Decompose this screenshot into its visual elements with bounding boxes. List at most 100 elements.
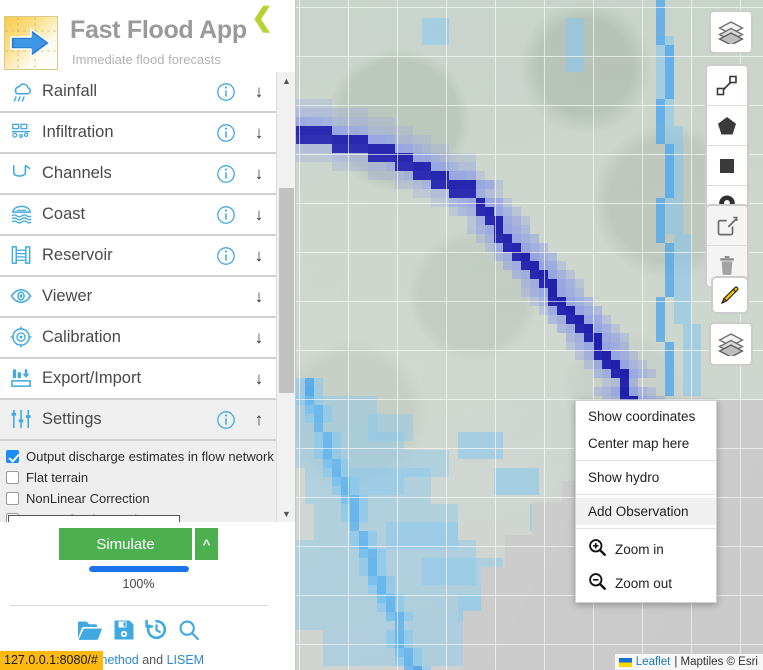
sidebar-item-calibration[interactable]: Calibration ↓ [0,318,277,359]
arrow-down-icon[interactable]: ↓ [241,369,277,389]
simulate-options-button[interactable]: ^ [195,528,218,560]
layers-control-bottom[interactable] [709,322,753,366]
save-icon[interactable] [113,619,135,646]
map-attribution: Leaflet | Maptiles © Esri [614,654,763,670]
map-canvas[interactable]: Show coordinates Center map here Show hydr… [296,0,763,670]
checkbox[interactable] [6,492,19,505]
context-menu-label: Zoom in [615,541,664,557]
sidebar-menu-scroll: Rainfall ↓ Infiltration ↓ Channels ↓ Coast ↓ Res… [0,72,295,522]
context-menu-item-zoom-out[interactable]: Zoom out [576,566,716,600]
settings-checkbox-row[interactable]: Output discharge estimates in flow netwo… [6,446,277,467]
context-menu-item-show-coordinates[interactable]: Show coordinates [576,403,716,430]
sidebar-item-infiltration[interactable]: Infiltration ↓ [0,113,277,154]
polygon-icon[interactable] [707,106,747,146]
context-menu-item-zoom-in[interactable]: Zoom in [576,532,716,566]
checkbox[interactable] [6,471,19,484]
menu-separator [576,460,716,461]
arrow-down-icon[interactable]: ↓ [241,123,277,143]
simulate-button[interactable]: Simulate [59,528,192,560]
app-logo [4,16,58,70]
layers-control-top[interactable] [709,10,753,54]
layers-icon[interactable] [711,324,751,364]
progress-bar-fill [88,566,189,572]
leaflet-link[interactable]: Leaflet [636,656,671,668]
progress-label: 100% [122,577,155,591]
arrow-down-icon[interactable]: ↓ [241,164,277,184]
context-menu-label: Show coordinates [588,409,696,424]
arrow-down-icon[interactable]: ↓ [241,205,277,225]
sidebar-item-label: Calibration [42,328,121,346]
app-subtitle: Immediate flood forecasts [72,52,221,67]
sidebar-item-settings[interactable]: Settings ↑ [0,400,277,441]
sliders-icon [0,408,42,431]
eye-icon [0,285,42,308]
page-title: Fast Flood App [70,16,247,44]
context-menu-item-show-hydro[interactable]: Show hydro [576,464,716,491]
sidebar-item-reservoir[interactable]: Reservoir ↓ [0,236,277,277]
sidebar-item-label: Coast [42,205,86,223]
footer-link-lisem[interactable]: LISEM [167,653,205,667]
sidebar-header: Fast Flood App Immediate flood forecasts… [0,0,295,72]
search-icon[interactable] [178,619,200,646]
polyline-icon[interactable] [707,66,747,106]
footer-mid: and [138,653,167,667]
simulate-block: Simulate ^ 100% [0,528,277,646]
settings-text-input[interactable] [8,515,180,522]
context-menu-item-add-observation[interactable]: Add Observation [576,498,716,525]
sidebar: Fast Flood App Immediate flood forecasts… [0,0,296,670]
pencil-tool[interactable] [711,276,749,314]
info-icon[interactable] [211,123,241,143]
channel-icon [0,162,42,185]
sidebar-item-coast[interactable]: Coast ↓ [0,195,277,236]
info-icon[interactable] [211,246,241,266]
map-context-menu[interactable]: Show coordinates Center map here Show hydr… [575,400,717,603]
context-menu-item-center-map-here[interactable]: Center map here [576,430,716,457]
checkbox-checked[interactable] [6,450,19,463]
scroll-up-arrow-icon[interactable]: ▲ [277,72,295,89]
ukraine-flag-icon [618,657,632,667]
settings-checkbox-row[interactable]: Flat terrain [6,467,277,488]
infiltration-icon [0,121,42,144]
target-icon [0,326,42,349]
rectangle-icon[interactable] [707,146,747,186]
context-menu-label: Show hydro [588,470,660,485]
checkbox-label: Output discharge estimates in flow netwo… [26,449,274,464]
settings-checkbox-row[interactable]: NonLinear Correction [6,488,277,509]
reservoir-icon [0,244,42,267]
rain-cloud-icon [0,80,42,104]
sidebar-item-label: Reservoir [42,246,113,264]
info-icon[interactable] [211,82,241,102]
scrollbar-thumb[interactable] [279,188,294,393]
arrow-up-icon[interactable]: ↑ [241,410,277,430]
progress-bar [88,566,189,572]
sidebar-item-export-import[interactable]: Export/Import ↓ [0,359,277,400]
attribution-rest: | Maptiles © Esri [674,656,758,668]
sidebar-item-channels[interactable]: Channels ↓ [0,154,277,195]
sidebar-scrollbar[interactable]: ▲ ▼ [276,72,295,522]
sidebar-item-label: Viewer [42,287,93,305]
checkbox-label: Flat terrain [26,470,89,485]
edit-square-icon[interactable] [707,206,747,246]
arrow-down-icon[interactable]: ↓ [241,246,277,266]
sidebar-item-viewer[interactable]: Viewer ↓ [0,277,277,318]
layers-icon[interactable] [711,12,751,52]
arrow-down-icon[interactable]: ↓ [241,328,277,348]
history-icon[interactable] [145,618,168,646]
sidebar-item-label: Settings [42,410,102,428]
info-icon[interactable] [211,164,241,184]
chevron-left-icon[interactable]: ❮ [251,4,273,30]
sidebar-item-rainfall[interactable]: Rainfall ↓ [0,72,277,113]
sidebar-menu-list: Rainfall ↓ Infiltration ↓ Channels ↓ Coast ↓ Res… [0,72,277,522]
arrow-down-icon[interactable]: ↓ [241,82,277,102]
zoom-in-icon [588,538,607,560]
sidebar-item-label: Export/Import [42,369,142,387]
pencil-icon[interactable] [713,278,747,312]
open-folder-icon[interactable] [77,619,103,646]
sidebar-item-label: Channels [42,164,112,182]
info-icon[interactable] [211,410,241,430]
scroll-down-arrow-icon[interactable]: ▼ [277,505,295,522]
arrow-down-icon[interactable]: ↓ [241,287,277,307]
export-icon [0,367,42,390]
info-icon[interactable] [211,205,241,225]
status-bar-url: 127.0.0.1:8080/# [0,651,103,670]
